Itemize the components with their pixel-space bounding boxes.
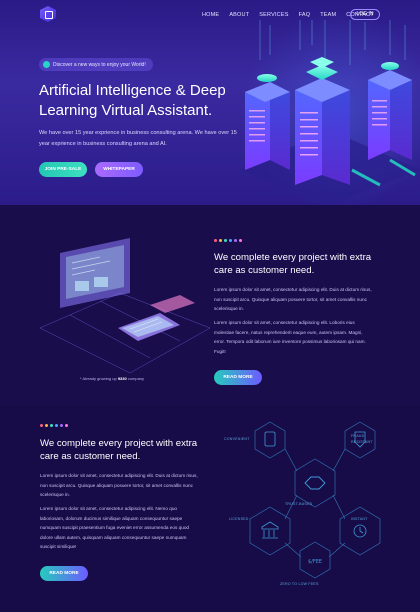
dot bbox=[229, 239, 232, 242]
feature-licensed: LICENSED bbox=[229, 517, 249, 521]
phone-icon bbox=[264, 431, 276, 447]
accent-dots bbox=[40, 424, 68, 427]
dot bbox=[50, 424, 53, 427]
dot bbox=[234, 239, 237, 242]
dot bbox=[239, 239, 242, 242]
section-two-title: We complete every project with extra car… bbox=[40, 438, 198, 462]
dot bbox=[40, 424, 43, 427]
fee-icon: $/FEE bbox=[308, 559, 322, 565]
dot bbox=[65, 424, 68, 427]
dot bbox=[219, 239, 222, 242]
read-more-button-two[interactable]: READ MORE bbox=[40, 566, 88, 581]
section-two-para1: Lorem ipsum dolor sit amet, consectetur … bbox=[40, 473, 198, 498]
pill-text: Discover a new ways to enjoy your World! bbox=[53, 61, 146, 68]
hero-title: Artificial Intelligence & Deep Learning … bbox=[39, 82, 226, 119]
caption-suffix: company bbox=[126, 376, 145, 381]
company-count-caption: * Already growing up 9330 company bbox=[80, 376, 144, 381]
section-one-para2: Lorem ipsum dolor sit amet, consectetur … bbox=[214, 320, 366, 354]
bank-icon bbox=[261, 521, 279, 539]
hero-section: HOME ABOUT SERVICES FAQ TEAM CONTACT LOG… bbox=[0, 0, 420, 205]
read-more-button-one[interactable]: READ MORE bbox=[214, 370, 262, 385]
nav-services[interactable]: SERVICES bbox=[259, 12, 288, 18]
announcement-pill: Discover a new ways to enjoy your World! bbox=[39, 58, 153, 71]
hero-description: We have over 15 year exprience in busine… bbox=[39, 130, 237, 147]
section-one-para1: Lorem ipsum dolor sit amet, consectetur … bbox=[214, 287, 372, 312]
dot bbox=[214, 239, 217, 242]
caption-count: 9330 bbox=[117, 376, 127, 381]
server-towers-illustration bbox=[240, 20, 420, 205]
feature-zero-fees: ZERO TO LOW FEES bbox=[280, 582, 319, 586]
dot bbox=[224, 239, 227, 242]
nav-home[interactable]: HOME bbox=[202, 12, 219, 18]
dot bbox=[45, 424, 48, 427]
dot bbox=[60, 424, 63, 427]
login-button[interactable]: LOG IN bbox=[350, 9, 380, 20]
handshake-icon bbox=[304, 476, 326, 490]
feature-instant: INSTANT bbox=[351, 517, 368, 521]
accent-dots bbox=[214, 239, 242, 242]
nav-faq[interactable]: FAQ bbox=[299, 12, 311, 18]
feature-trust-based: TRUST-BASED bbox=[285, 502, 313, 506]
nav-about[interactable]: ABOUT bbox=[229, 12, 249, 18]
logo-icon[interactable] bbox=[40, 6, 56, 22]
section-one-title: We complete every project with extra car… bbox=[214, 252, 372, 276]
globe-icon bbox=[43, 61, 50, 68]
feature-fraud-resistant: FRAUD RESISTANT bbox=[351, 434, 373, 444]
whitepaper-button[interactable]: WHITEPAPER bbox=[95, 162, 143, 177]
dot bbox=[55, 424, 58, 427]
features-section-two: We complete every project with extra car… bbox=[0, 405, 420, 612]
join-presale-button[interactable]: JOIN PRE-SALE bbox=[39, 162, 87, 177]
feature-convenient: CONVENIENT bbox=[224, 437, 250, 441]
section-two-para2: Lorem ipsum dolor sit amet, consectetur … bbox=[40, 506, 190, 550]
devices-illustration bbox=[39, 238, 211, 374]
features-section-one: We complete every project with extra car… bbox=[0, 205, 420, 405]
nav-team[interactable]: TEAM bbox=[320, 12, 336, 18]
caption-prefix: * Already growing up bbox=[80, 376, 118, 381]
